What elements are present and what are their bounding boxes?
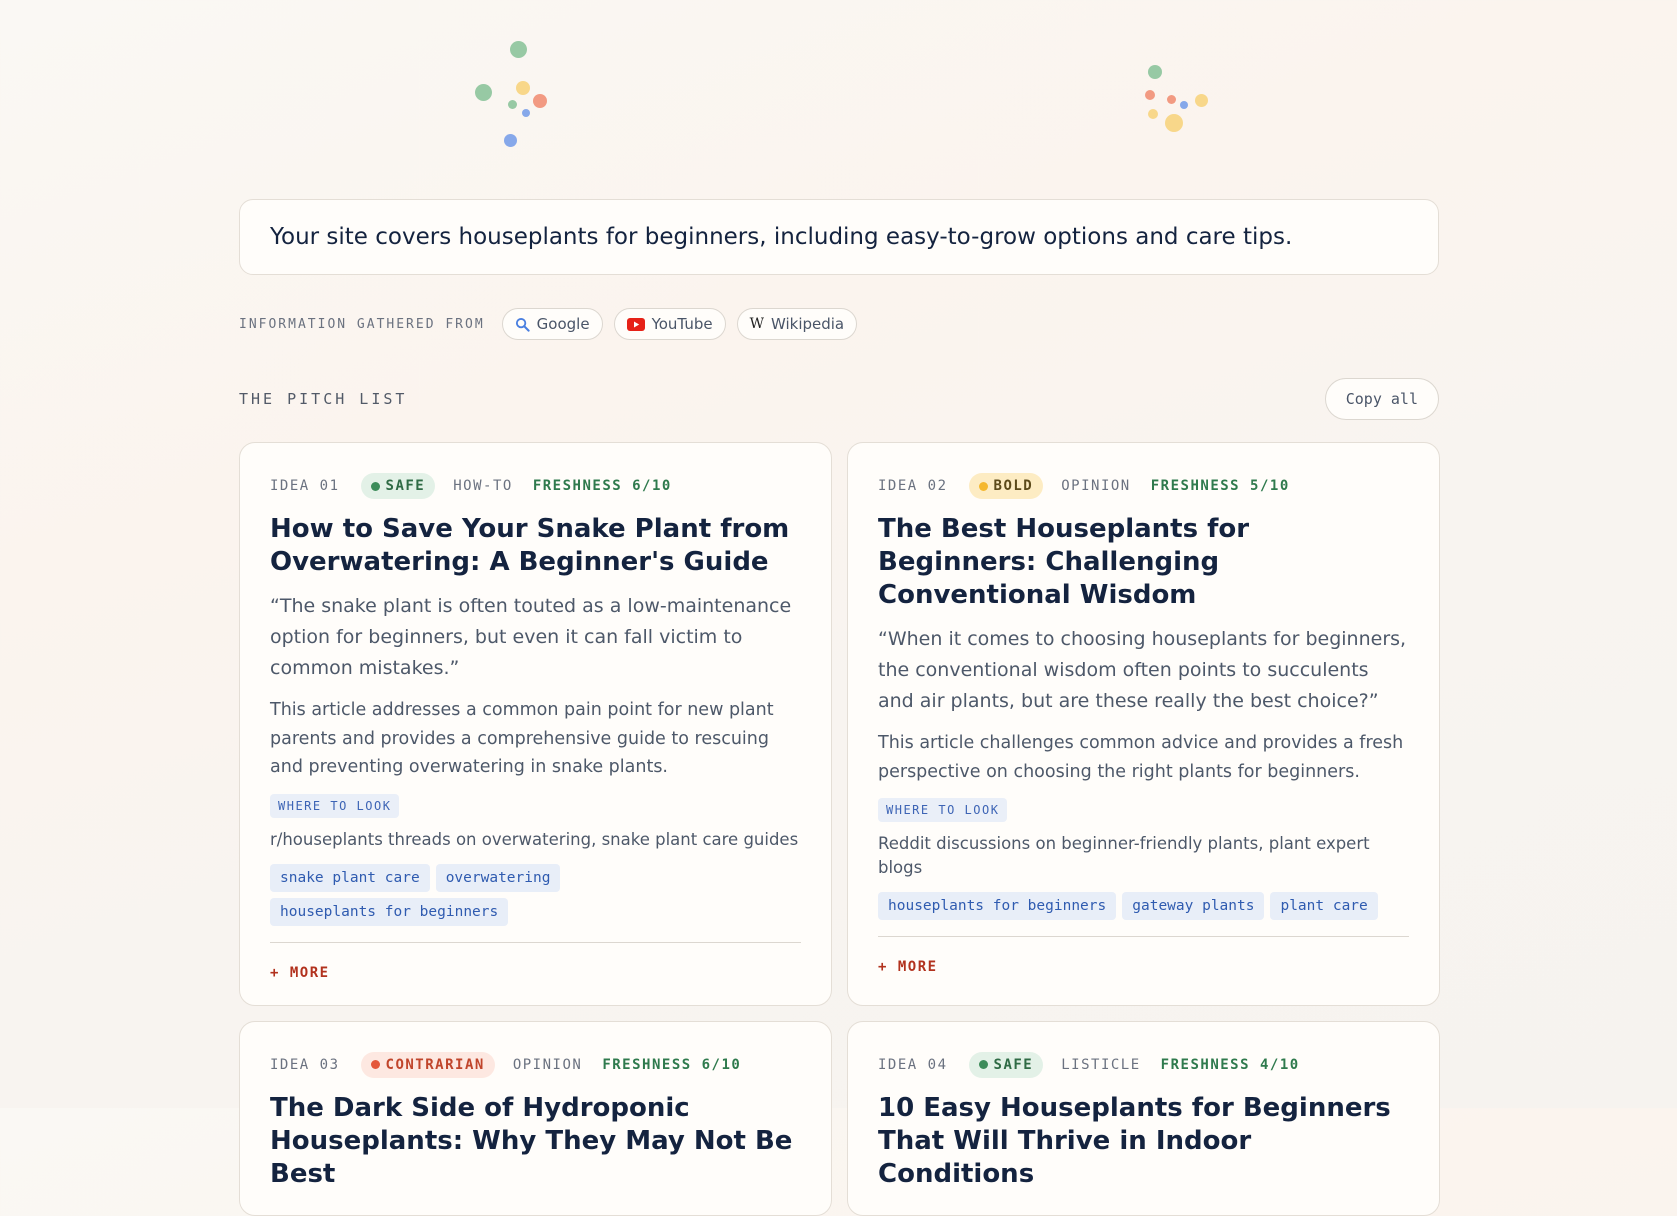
source-chip-label: YouTube <box>651 315 713 333</box>
badge-label: SAFE <box>993 1056 1034 1073</box>
idea-title: The Dark Side of Hydroponic Houseplants:… <box>270 1092 793 1189</box>
keyword-tags: houseplants for beginners gateway plants… <box>878 892 1409 920</box>
freshness-score: FRESHNESS 5/10 <box>1150 478 1290 494</box>
more-button[interactable]: + MORE <box>270 965 801 981</box>
badge-label: CONTRARIAN <box>385 1056 485 1073</box>
sources-label: INFORMATION GATHERED FROM <box>239 316 485 332</box>
decorative-dots-right <box>1145 62 1215 137</box>
more-button[interactable]: + MORE <box>878 959 1409 975</box>
keyword-tag[interactable]: houseplants for beginners <box>878 892 1117 920</box>
risk-badge: CONTRARIAN <box>360 1051 495 1078</box>
risk-badge: SAFE <box>968 1051 1044 1078</box>
decorative-dots-left <box>470 38 550 148</box>
idea-title: How to Save Your Snake Plant from Overwa… <box>270 514 790 577</box>
idea-quote: “When it comes to choosing houseplants f… <box>878 628 1407 712</box>
keyword-tags: snake plant care overwatering houseplant… <box>270 863 801 926</box>
where-to-look-text: r/houseplants threads on overwatering, s… <box>270 829 799 849</box>
source-chip-label: Wikipedia <box>770 315 845 333</box>
badge-dot <box>370 1060 380 1069</box>
pitch-list-title: THE PITCH LIST <box>239 390 408 408</box>
format-label: LISTICLE <box>1061 1056 1141 1073</box>
main-content: Your site covers houseplants for beginne… <box>239 199 1440 1216</box>
format-label: OPINION <box>512 1056 583 1073</box>
source-chip-google[interactable]: Google <box>501 308 603 340</box>
youtube-icon <box>626 317 645 331</box>
idea-number: IDEA 04 <box>878 1056 948 1073</box>
copy-all-button[interactable]: Copy all <box>1324 378 1439 420</box>
idea-number: IDEA 01 <box>270 478 340 494</box>
badge-label: SAFE <box>385 478 426 494</box>
freshness-score: FRESHNESS 6/10 <box>532 478 672 494</box>
card-divider <box>878 936 1409 937</box>
format-label: OPINION <box>1061 478 1131 494</box>
idea-card: IDEA 02 BOLD OPINION FRESHNESS 5/10 The … <box>847 442 1440 1006</box>
format-label: HOW-TO <box>453 478 513 494</box>
badge-dot <box>978 481 988 491</box>
idea-title: 10 Easy Houseplants for Beginners That W… <box>878 1092 1391 1189</box>
idea-card: IDEA 03 CONTRARIAN OPINION FRESHNESS 6/1… <box>239 1020 832 1216</box>
freshness-score: FRESHNESS 6/10 <box>602 1056 742 1073</box>
idea-title: The Best Houseplants for Beginners: Chal… <box>878 514 1250 610</box>
keyword-tag[interactable]: snake plant care <box>270 863 430 892</box>
site-description-box[interactable]: Your site covers houseplants for beginne… <box>239 199 1439 275</box>
keyword-tag[interactable]: plant care <box>1270 892 1378 920</box>
keyword-tag[interactable]: houseplants for beginners <box>270 897 509 926</box>
freshness-score: FRESHNESS 4/10 <box>1160 1056 1300 1073</box>
keyword-tag[interactable]: overwatering <box>435 863 561 892</box>
idea-number: IDEA 03 <box>270 1056 340 1073</box>
where-to-look-label: WHERE TO LOOK <box>878 798 1008 822</box>
idea-card: IDEA 01 SAFE HOW-TO FRESHNESS 6/10 How t… <box>239 442 832 1006</box>
idea-grid: IDEA 01 SAFE HOW-TO FRESHNESS 6/10 How t… <box>239 442 1440 1216</box>
source-chip-wikipedia[interactable]: W Wikipedia <box>736 308 858 340</box>
idea-card: IDEA 04 SAFE LISTICLE FRESHNESS 4/10 10 … <box>847 1020 1440 1216</box>
badge-label: BOLD <box>993 478 1034 494</box>
idea-meta: IDEA 02 BOLD OPINION FRESHNESS 5/10 <box>878 473 1409 499</box>
idea-meta: IDEA 01 SAFE HOW-TO FRESHNESS 6/10 <box>270 473 801 499</box>
card-divider <box>270 941 801 943</box>
idea-rationale: This article addresses a common pain poi… <box>270 700 774 777</box>
sources-row: INFORMATION GATHERED FROM Google YouTube… <box>239 307 1439 341</box>
source-chip-youtube[interactable]: YouTube <box>613 308 726 340</box>
risk-badge: SAFE <box>360 473 436 499</box>
badge-dot <box>370 481 380 491</box>
search-icon <box>515 317 530 332</box>
idea-quote: “The snake plant is often touted as a lo… <box>270 595 792 679</box>
wikipedia-icon: W <box>749 316 764 332</box>
risk-badge: BOLD <box>968 473 1044 499</box>
source-chip-label: Google <box>536 315 590 333</box>
site-description-text: Your site covers houseplants for beginne… <box>270 224 1293 250</box>
keyword-tag[interactable]: gateway plants <box>1122 892 1265 920</box>
pitch-list-header: THE PITCH LIST Copy all <box>239 378 1439 420</box>
idea-meta: IDEA 03 CONTRARIAN OPINION FRESHNESS 6/1… <box>270 1051 801 1078</box>
where-to-look-label: WHERE TO LOOK <box>270 793 400 818</box>
idea-number: IDEA 02 <box>878 478 948 494</box>
idea-rationale: This article challenges common advice an… <box>878 733 1404 782</box>
badge-dot <box>978 1060 988 1069</box>
idea-meta: IDEA 04 SAFE LISTICLE FRESHNESS 4/10 <box>878 1051 1409 1078</box>
where-to-look-text: Reddit discussions on beginner-friendly … <box>878 834 1370 877</box>
